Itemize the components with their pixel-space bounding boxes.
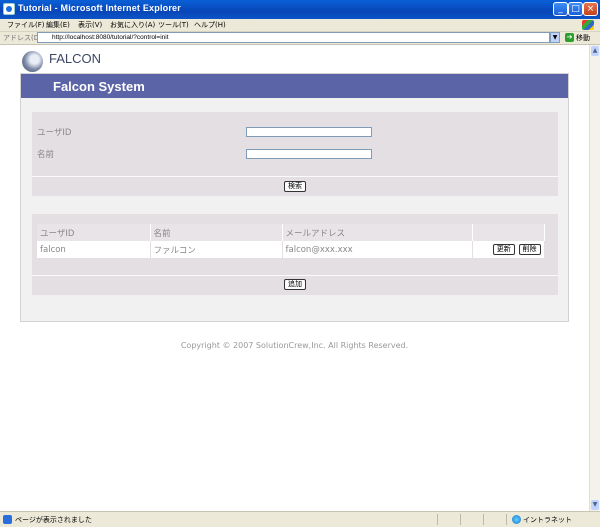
search-form: ユーザID 名前 検索 xyxy=(32,112,558,196)
divider xyxy=(483,514,484,525)
column-header-name: 名前 xyxy=(150,224,283,241)
divider xyxy=(437,514,438,525)
cell-actions: 更新 削除 xyxy=(472,241,545,258)
logo-text: FALCON xyxy=(49,51,102,66)
address-dropdown-icon[interactable]: ▼ xyxy=(550,32,560,43)
divider xyxy=(506,514,507,525)
vertical-scrollbar[interactable]: ▲ ▼ xyxy=(589,45,600,511)
scroll-down-icon[interactable]: ▼ xyxy=(591,500,599,510)
name-input[interactable] xyxy=(246,149,372,159)
address-input[interactable]: http://localhost:8080/tutorial/?control=… xyxy=(37,32,550,43)
update-button[interactable]: 更新 xyxy=(492,244,515,255)
go-button[interactable]: 移動 xyxy=(576,33,590,43)
search-button[interactable]: 検索 xyxy=(284,181,306,192)
minimize-button[interactable]: _ xyxy=(553,2,568,16)
cell-user-id: falcon xyxy=(37,241,151,258)
maximize-button[interactable]: □ xyxy=(568,2,583,16)
column-header-actions xyxy=(472,224,545,241)
menu-view[interactable]: 表示(V) xyxy=(78,20,102,30)
divider xyxy=(32,275,558,276)
intranet-icon xyxy=(512,515,521,524)
page-viewport: FALCON Falcon System ユーザID 名前 検索 ユーザID 名… xyxy=(0,45,589,511)
menu-bar: ファイル(F) 編集(E) 表示(V) お気に入り(A) ツール(T) ヘルプ(… xyxy=(0,19,600,32)
table-header-row: ユーザID 名前 メールアドレス xyxy=(37,224,545,241)
go-arrow-icon[interactable]: ➔ xyxy=(565,33,574,42)
table-row: falcon ファルコン falcon@xxx.xxx 更新 削除 xyxy=(37,241,545,258)
falcon-logo-icon xyxy=(22,51,43,72)
divider xyxy=(460,514,461,525)
name-label: 名前 xyxy=(37,150,55,160)
title-bar: Tutorial - Microsoft Internet Explorer _… xyxy=(0,0,600,19)
user-id-label: ユーザID xyxy=(37,128,72,138)
menu-file[interactable]: ファイル(F) xyxy=(7,20,45,30)
cell-email: falcon@xxx.xxx xyxy=(282,241,473,258)
user-id-input[interactable] xyxy=(246,127,372,137)
page-title: Falcon System xyxy=(53,79,145,94)
system-header: Falcon System xyxy=(21,74,568,98)
main-panel: Falcon System ユーザID 名前 検索 ユーザID 名前 メールアド… xyxy=(20,73,569,322)
delete-button[interactable]: 削除 xyxy=(518,244,541,255)
windows-logo-icon xyxy=(582,20,594,30)
page-icon xyxy=(3,515,12,524)
divider xyxy=(32,176,558,177)
ie-icon xyxy=(3,3,15,15)
copyright-text: Copyright © 2007 SolutionCrew,Inc. All R… xyxy=(180,341,409,350)
scroll-up-icon[interactable]: ▲ xyxy=(591,46,599,56)
menu-edit[interactable]: 編集(E) xyxy=(46,20,70,30)
column-header-user-id: ユーザID xyxy=(37,224,151,241)
status-text: ページが表示されました xyxy=(15,516,92,524)
zone-text: イントラネット xyxy=(523,516,572,524)
user-list: ユーザID 名前 メールアドレス falcon ファルコン falcon@xxx… xyxy=(32,214,558,295)
menu-favorites[interactable]: お気に入り(A) xyxy=(110,20,155,30)
add-button[interactable]: 追加 xyxy=(284,279,306,290)
status-bar: ページが表示されました イントラネット xyxy=(0,511,600,527)
cell-name: ファルコン xyxy=(150,241,283,258)
address-bar: アドレス(D) http://localhost:8080/tutorial/?… xyxy=(0,32,600,45)
user-table: ユーザID 名前 メールアドレス falcon ファルコン falcon@xxx… xyxy=(37,224,545,258)
menu-help[interactable]: ヘルプ(H) xyxy=(194,20,226,30)
window-title: Tutorial - Microsoft Internet Explorer xyxy=(18,3,181,13)
close-button[interactable]: × xyxy=(583,2,598,16)
column-header-email: メールアドレス xyxy=(282,224,473,241)
menu-tools[interactable]: ツール(T) xyxy=(158,20,189,30)
